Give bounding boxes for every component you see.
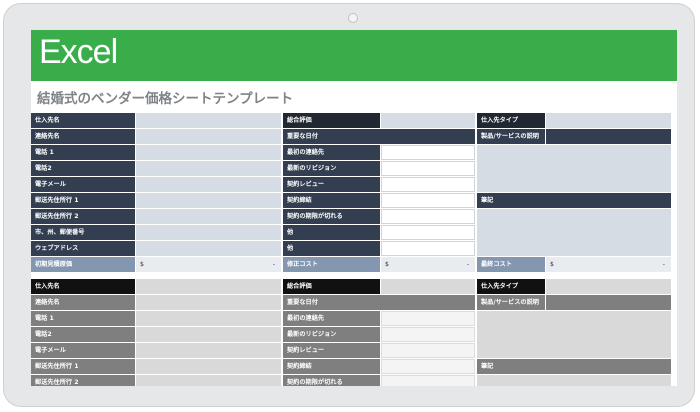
- input-notes[interactable]: [477, 209, 671, 256]
- label-phone-1: 電話 1: [31, 145, 135, 160]
- input-contract-review[interactable]: [381, 343, 475, 358]
- input-vendor-type[interactable]: [546, 113, 671, 128]
- input-other-2[interactable]: [381, 241, 475, 256]
- label-address-2: 郵送先住所行 2: [31, 375, 135, 386]
- input-contract-signed[interactable]: [381, 359, 475, 374]
- label-vendor-name: 仕入先名: [31, 113, 135, 128]
- input-contract-review[interactable]: [381, 177, 475, 192]
- label-contact-name: 連絡先名: [31, 129, 135, 144]
- input-address-1[interactable]: [136, 193, 281, 208]
- label-vendor-type: 仕入先タイプ: [477, 279, 545, 294]
- currency-symbol: $: [550, 261, 554, 268]
- input-overall-rating[interactable]: [381, 113, 475, 128]
- input-address-2[interactable]: [136, 209, 281, 224]
- label-contract-expires: 契約の期限が切れる: [283, 209, 380, 224]
- input-phone-1[interactable]: [136, 145, 281, 160]
- input-other-1[interactable]: [381, 225, 475, 240]
- label-notes: 筆記: [477, 359, 671, 374]
- input-contact-name[interactable]: [136, 129, 281, 144]
- empty-value: -: [662, 261, 665, 268]
- input-vendor-name[interactable]: [136, 113, 281, 128]
- label-address-2: 郵送先住所行 2: [31, 209, 135, 224]
- input-latest-revision[interactable]: [381, 327, 475, 342]
- excel-logo-text: Excel: [39, 33, 118, 71]
- value-initial-estimate[interactable]: $ -: [136, 257, 281, 272]
- input-first-contact[interactable]: [381, 311, 475, 326]
- input-first-contact[interactable]: [381, 145, 475, 160]
- input-contract-expires[interactable]: [381, 375, 475, 386]
- label-contract-signed: 契約締結: [283, 359, 380, 374]
- label-address-1: 郵送先住所行 1: [31, 193, 135, 208]
- input-phone-2[interactable]: [136, 161, 281, 176]
- vendor-sheet-2: 仕入先名 連絡先名 電話 1 電話2 電子メール 郵送先住所行 1 郵送先住所行…: [31, 279, 671, 386]
- label-phone-2: 電話2: [31, 161, 135, 176]
- label-contract-signed: 契約締結: [283, 193, 380, 208]
- label-other-1: 他: [283, 225, 380, 240]
- vendor-sheet-1: 仕入先名 連絡先名 電話 1 電話2 電子メール 郵送先住所行 1 郵送先住所行…: [31, 113, 671, 272]
- label-initial-estimate: 初期見積原価: [31, 257, 135, 272]
- currency-symbol: $: [140, 261, 144, 268]
- label-product-description: 製品/サービスの説明: [477, 295, 545, 310]
- currency-symbol: $: [385, 261, 389, 268]
- input-product-description[interactable]: [477, 145, 671, 192]
- excel-banner: Excel: [31, 30, 677, 81]
- input-phone-1[interactable]: [136, 311, 281, 326]
- label-overall-rating: 総合評価: [283, 113, 380, 128]
- input-contract-expires[interactable]: [381, 209, 475, 224]
- input-contract-signed[interactable]: [381, 193, 475, 208]
- input-overall-rating[interactable]: [381, 279, 475, 294]
- label-vendor-name: 仕入先名: [31, 279, 135, 294]
- label-other-2: 他: [283, 241, 380, 256]
- input-address-2[interactable]: [136, 375, 281, 386]
- input-address-1[interactable]: [136, 359, 281, 374]
- input-phone-2[interactable]: [136, 327, 281, 342]
- label-phone-2: 電話2: [31, 327, 135, 342]
- value-final-cost[interactable]: $ -: [546, 257, 671, 272]
- input-product-description[interactable]: [477, 311, 671, 358]
- input-email[interactable]: [136, 177, 281, 192]
- input-city-state-zip[interactable]: [136, 225, 281, 240]
- device-frame: Excel 結婚式のベンダー価格シートテンプレート 仕入先名 連絡先名 電話 1…: [3, 3, 695, 407]
- label-city-state-zip: 市、州、郵便番号: [31, 225, 135, 240]
- screen: Excel 結婚式のベンダー価格シートテンプレート 仕入先名 連絡先名 電話 1…: [31, 30, 677, 386]
- label-important-dates: 重要な日付: [283, 129, 475, 144]
- empty-value: -: [466, 261, 469, 268]
- input-vendor-type[interactable]: [546, 279, 671, 294]
- label-overall-rating: 総合評価: [283, 279, 380, 294]
- input-email[interactable]: [136, 343, 281, 358]
- label-notes: 筆記: [477, 193, 671, 208]
- label-contract-review: 契約レビュー: [283, 343, 380, 358]
- label-important-dates: 重要な日付: [283, 295, 475, 310]
- label-contract-expires: 契約の期限が切れる: [283, 375, 380, 386]
- input-notes[interactable]: [477, 375, 671, 386]
- page-title: 結婚式のベンダー価格シートテンプレート: [37, 91, 294, 107]
- label-first-contact: 最初の連絡先: [283, 311, 380, 326]
- description-header-fill: [546, 295, 671, 310]
- input-latest-revision[interactable]: [381, 161, 475, 176]
- label-web-address: ウェブアドレス: [31, 241, 135, 256]
- label-email: 電子メール: [31, 343, 135, 358]
- input-contact-name[interactable]: [136, 295, 281, 310]
- input-vendor-name[interactable]: [136, 279, 281, 294]
- label-final-cost: 最終コスト: [477, 257, 545, 272]
- description-header-fill: [546, 129, 671, 144]
- label-product-description: 製品/サービスの説明: [477, 129, 545, 144]
- empty-value: -: [272, 261, 275, 268]
- label-address-1: 郵送先住所行 1: [31, 359, 135, 374]
- input-web-address[interactable]: [136, 241, 281, 256]
- label-phone-1: 電話 1: [31, 311, 135, 326]
- label-latest-revision: 最新のリビジョン: [283, 161, 380, 176]
- value-change-cost[interactable]: $ -: [381, 257, 475, 272]
- label-change-cost: 修正コスト: [283, 257, 380, 272]
- label-first-contact: 最初の連絡先: [283, 145, 380, 160]
- label-email: 電子メール: [31, 177, 135, 192]
- label-contact-name: 連絡先名: [31, 295, 135, 310]
- label-vendor-type: 仕入先タイプ: [477, 113, 545, 128]
- camera-icon: [348, 13, 358, 23]
- label-contract-review: 契約レビュー: [283, 177, 380, 192]
- label-latest-revision: 最新のリビジョン: [283, 327, 380, 342]
